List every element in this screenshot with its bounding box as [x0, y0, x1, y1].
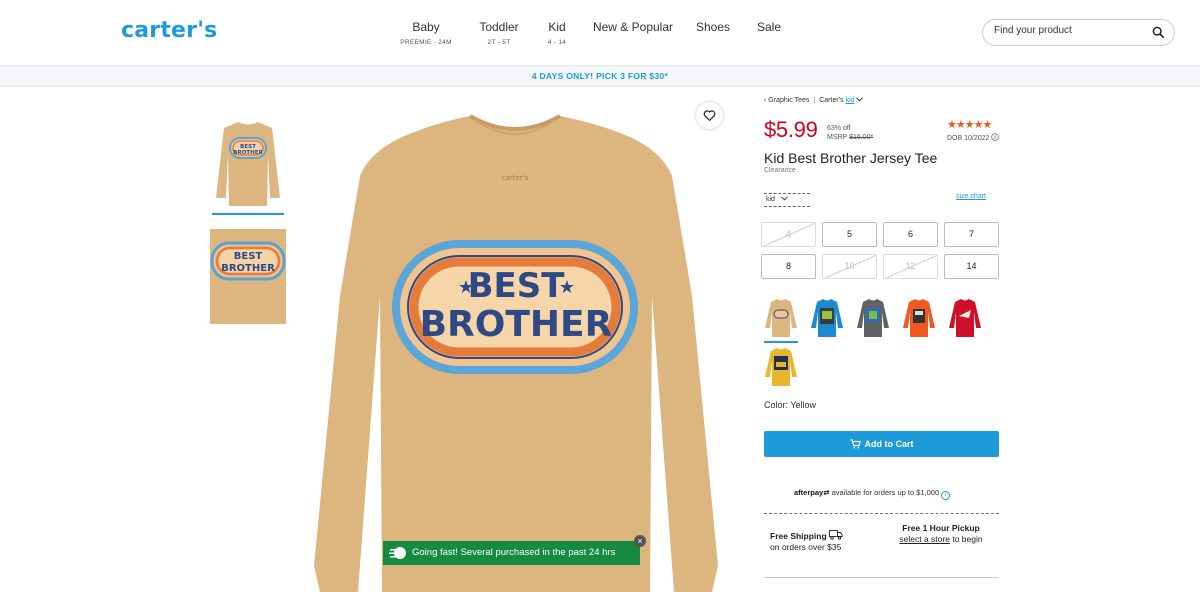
- nav-sublabel: 4 - 14: [547, 39, 567, 46]
- size-group-select[interactable]: kid: [764, 193, 810, 207]
- color-swatch-blue[interactable]: [809, 298, 845, 338]
- size-option[interactable]: 7: [944, 222, 999, 247]
- chevron-down-icon: [781, 196, 788, 201]
- size-option[interactable]: 6: [883, 222, 938, 247]
- thumbnail-front[interactable]: BEST BROTHER: [210, 118, 286, 208]
- toast-message: Going fast! Several purchased in the pas…: [412, 547, 616, 558]
- selected-color-label: Color: Yellow: [764, 400, 817, 410]
- free-shipping-info: Free Shipping on orders over $35: [770, 530, 843, 553]
- promo-banner[interactable]: 4 DAYS ONLY! PICK 3 FOR $30*: [0, 66, 1200, 87]
- shirt-thumbnail-image: BEST BROTHER: [210, 118, 286, 208]
- thumbnail-selected-indicator: [212, 213, 284, 215]
- color-swatch-red[interactable]: [947, 298, 983, 338]
- percent-off: 63% off: [827, 125, 851, 132]
- brand-tag: carter's: [502, 174, 529, 182]
- size-group-value: kid: [766, 196, 775, 203]
- nav-new-popular[interactable]: New & Popular: [591, 20, 675, 34]
- shipping-title: Free Shipping: [770, 531, 827, 541]
- nav-sale[interactable]: Sale: [754, 20, 784, 34]
- afterpay-logo: afterpay: [794, 488, 824, 497]
- nav-shoes[interactable]: Shoes: [693, 20, 733, 34]
- msrp-value: $16.00*: [849, 134, 874, 141]
- color-swatch-gray[interactable]: [855, 298, 891, 338]
- nav-toddler[interactable]: Toddler 2T - 5T: [472, 20, 526, 46]
- size-option[interactable]: 8: [761, 254, 816, 279]
- toast-close-button[interactable]: ×: [634, 535, 646, 547]
- color-swatch-tan[interactable]: [763, 298, 799, 338]
- search-input[interactable]: [994, 25, 1144, 36]
- pickup-suffix: to begin: [952, 534, 983, 544]
- truck-icon: [829, 530, 843, 540]
- add-to-cart-label: Add to Cart: [864, 439, 914, 449]
- nav-label: Baby: [412, 20, 440, 34]
- color-swatch-orange[interactable]: [901, 298, 937, 338]
- nav-label: New & Popular: [592, 20, 674, 34]
- pickup-title: Free 1 Hour Pickup: [902, 523, 980, 533]
- shipping-subtitle: on orders over $35: [770, 542, 842, 552]
- shirt-image: carter's ★ ★ BEST BROTHER: [314, 114, 718, 592]
- swatch-selected-indicator: [764, 341, 798, 343]
- cart-icon: [850, 439, 861, 449]
- nav-baby[interactable]: Baby PREEMIE - 24M: [398, 20, 454, 46]
- color-swatch-yellow[interactable]: [763, 347, 799, 387]
- sale-price: $5.99: [764, 117, 818, 142]
- discount-info: 63% off MSRP $16.00*: [827, 124, 873, 142]
- search-icon[interactable]: [1152, 26, 1165, 39]
- swatch-image: [765, 299, 797, 337]
- fire-icon: [389, 547, 406, 559]
- chevron-down-icon[interactable]: [856, 97, 864, 102]
- msrp-label: MSRP: [827, 134, 848, 141]
- breadcrumb-back-link[interactable]: ‹ Graphic Tees: [764, 97, 809, 104]
- swatch-image: [811, 299, 843, 337]
- graphic-closeup-image: BEST BROTHER: [210, 229, 286, 324]
- search-box: [982, 19, 1175, 46]
- afterpay-text: available for orders up to $1,000: [831, 488, 940, 497]
- nav-label: Kid: [548, 20, 566, 34]
- product-title: Kid Best Brother Jersey Tee: [764, 150, 938, 166]
- breadcrumb: ‹ Graphic Tees | Carter's kid: [764, 97, 864, 104]
- size-option[interactable]: 4: [761, 222, 816, 247]
- clearance-label: Clearance: [764, 167, 796, 174]
- nav-sublabel: 2T - 5T: [487, 39, 511, 46]
- size-option[interactable]: 10: [822, 254, 877, 279]
- going-fast-toast: Going fast! Several purchased in the pas…: [383, 541, 640, 565]
- swatch-image: [903, 299, 935, 337]
- swatch-image: [765, 348, 797, 386]
- size-option[interactable]: 5: [822, 222, 877, 247]
- size-option[interactable]: 12: [883, 254, 938, 279]
- divider: [764, 577, 999, 578]
- free-pickup-info: Free 1 Hour Pickup select a store to beg…: [891, 523, 991, 545]
- site-header: carter's Baby PREEMIE - 24M Toddler 2T -…: [0, 0, 1200, 66]
- closeup-text-line2: BROTHER: [221, 263, 275, 274]
- swatch-image: [949, 299, 981, 337]
- select-store-link[interactable]: select a store: [899, 534, 950, 544]
- dob-label: DOB 10/2022: [947, 135, 990, 142]
- info-icon[interactable]: [991, 133, 1000, 141]
- closeup-text-line1: BEST: [234, 251, 263, 262]
- rating-stars[interactable]: ★★★★★: [947, 118, 992, 131]
- thumb-text-line2: BROTHER: [233, 150, 263, 156]
- add-to-cart-button[interactable]: Add to Cart: [764, 431, 999, 457]
- size-option[interactable]: 14: [944, 254, 999, 279]
- dob-date: DOB 10/2022: [947, 133, 1000, 142]
- nav-label: Sale: [756, 20, 782, 34]
- afterpay-info: afterpay⇄ available for orders up to $1,…: [794, 488, 951, 500]
- thumbnail-closeup[interactable]: BEST BROTHER: [210, 229, 286, 324]
- shirt-text-line2: BROTHER: [420, 304, 613, 345]
- product-main-image[interactable]: carter's ★ ★ BEST BROTHER: [300, 96, 730, 592]
- nav-kid[interactable]: Kid 4 - 14: [540, 20, 574, 46]
- favorite-button[interactable]: [696, 102, 723, 129]
- breadcrumb-size-group[interactable]: kid: [845, 97, 854, 104]
- nav-label: Shoes: [695, 20, 731, 34]
- nav-sublabel: PREEMIE - 24M: [400, 39, 452, 46]
- divider: [764, 513, 999, 514]
- shirt-text-line1: BEST: [468, 266, 566, 306]
- heart-icon: [703, 110, 716, 121]
- nav-label: Toddler: [479, 20, 519, 34]
- swatch-image: [857, 299, 889, 337]
- size-chart-link[interactable]: size chart: [956, 193, 986, 200]
- info-icon[interactable]: i: [941, 491, 951, 500]
- breadcrumb-brand[interactable]: Carter's: [819, 97, 843, 104]
